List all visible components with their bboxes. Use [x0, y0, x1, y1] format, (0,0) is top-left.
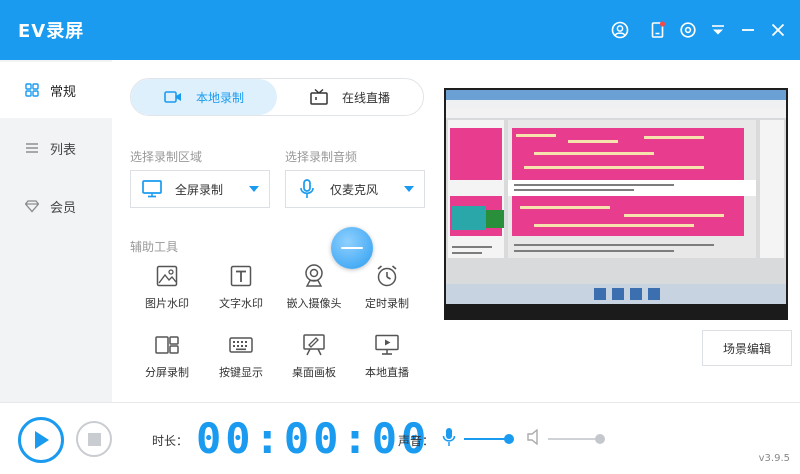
main-panel: 本地录制 在线直播 选择录制区域 全屏录制 选择录制音频 仅麦克风 辅助工具 图…	[112, 60, 800, 402]
speaker-volume-slider[interactable]	[548, 434, 605, 444]
scene-edit-button[interactable]: 场景编辑	[702, 330, 792, 366]
sidebar-item-general[interactable]: 常规	[0, 62, 112, 118]
diamond-icon	[24, 198, 40, 214]
speaker-volume-fill	[548, 438, 600, 440]
speaker-icon[interactable]	[526, 428, 542, 448]
chevron-down-icon	[404, 186, 414, 192]
bottom-bar: 时长： 00:00:00 声音： v3.9.5	[0, 402, 800, 474]
sidebar-item-list[interactable]: 列表	[0, 120, 112, 176]
grid-icon	[24, 82, 40, 98]
split-screen-icon	[154, 332, 180, 358]
screen-preview	[444, 88, 788, 320]
tool-embed-webcam[interactable]: 嵌入摄像头	[277, 263, 351, 317]
tab-local-record[interactable]: 本地录制	[131, 79, 277, 115]
record-audio-label: 选择录制音频	[285, 150, 358, 164]
duration-label: 时长：	[152, 434, 189, 448]
microphone-volume-knob[interactable]	[504, 434, 514, 444]
app-title: EV录屏	[18, 21, 85, 42]
sidebar: 常规 列表 会员	[0, 60, 112, 402]
close-icon[interactable]	[768, 20, 788, 40]
list-icon	[24, 140, 40, 156]
monitor-icon	[141, 178, 163, 200]
menu-dropdown-icon[interactable]	[708, 20, 728, 40]
monitor-play-icon	[374, 332, 400, 358]
microphone-volume-fill	[464, 438, 509, 440]
microphone-icon[interactable]	[442, 427, 456, 450]
tool-key-display[interactable]: 按键显示	[204, 332, 278, 386]
record-audio-value: 仅麦克风	[330, 182, 379, 197]
sidebar-item-membership[interactable]: 会员	[0, 178, 112, 234]
tools-title: 辅助工具	[130, 240, 179, 254]
microphone-icon	[296, 178, 318, 200]
tv-icon	[310, 89, 328, 105]
tool-local-live[interactable]: 本地直播	[350, 332, 424, 386]
alarm-clock-icon	[374, 263, 400, 289]
record-area-value: 全屏录制	[175, 182, 224, 197]
mode-tabs: 本地录制 在线直播	[130, 78, 424, 116]
message-icon[interactable]	[648, 20, 668, 40]
stop-record-button[interactable]	[76, 421, 112, 457]
tool-desktop-drawing-board[interactable]: 桌面画板	[277, 332, 351, 386]
user-icon[interactable]	[610, 20, 630, 40]
record-timer: 00:00:00	[196, 414, 431, 463]
microphone-volume-slider[interactable]	[464, 434, 514, 444]
volume-label: 声音：	[398, 434, 435, 448]
start-record-button[interactable]	[18, 417, 64, 463]
tool-text-watermark[interactable]: 文字水印	[204, 263, 278, 317]
text-icon	[228, 263, 254, 289]
stop-icon	[87, 432, 101, 446]
image-icon	[154, 263, 180, 289]
video-camera-icon	[164, 91, 181, 103]
sidebar-item-label: 常规	[50, 84, 77, 100]
settings-icon[interactable]	[678, 20, 698, 40]
sidebar-item-label: 会员	[50, 200, 77, 216]
version-label: v3.9.5	[758, 453, 790, 464]
drawing-board-icon	[301, 332, 327, 358]
minimize-icon[interactable]	[738, 20, 758, 40]
floating-ball-button[interactable]	[331, 227, 373, 269]
tool-split-screen[interactable]: 分屏录制	[130, 332, 204, 386]
tool-scheduled-record[interactable]: 定时录制	[350, 263, 424, 317]
keyboard-icon	[228, 332, 254, 358]
webcam-icon	[301, 263, 327, 289]
record-area-label: 选择录制区域	[130, 150, 203, 164]
title-bar: EV录屏	[0, 0, 800, 60]
sidebar-item-label: 列表	[50, 142, 77, 158]
record-audio-select[interactable]: 仅麦克风	[285, 170, 425, 208]
record-area-select[interactable]: 全屏录制	[130, 170, 270, 208]
tab-online-live[interactable]: 在线直播	[277, 79, 423, 115]
speaker-volume-knob[interactable]	[595, 434, 605, 444]
chevron-down-icon	[249, 186, 259, 192]
play-icon	[35, 431, 49, 449]
tool-image-watermark[interactable]: 图片水印	[130, 263, 204, 317]
